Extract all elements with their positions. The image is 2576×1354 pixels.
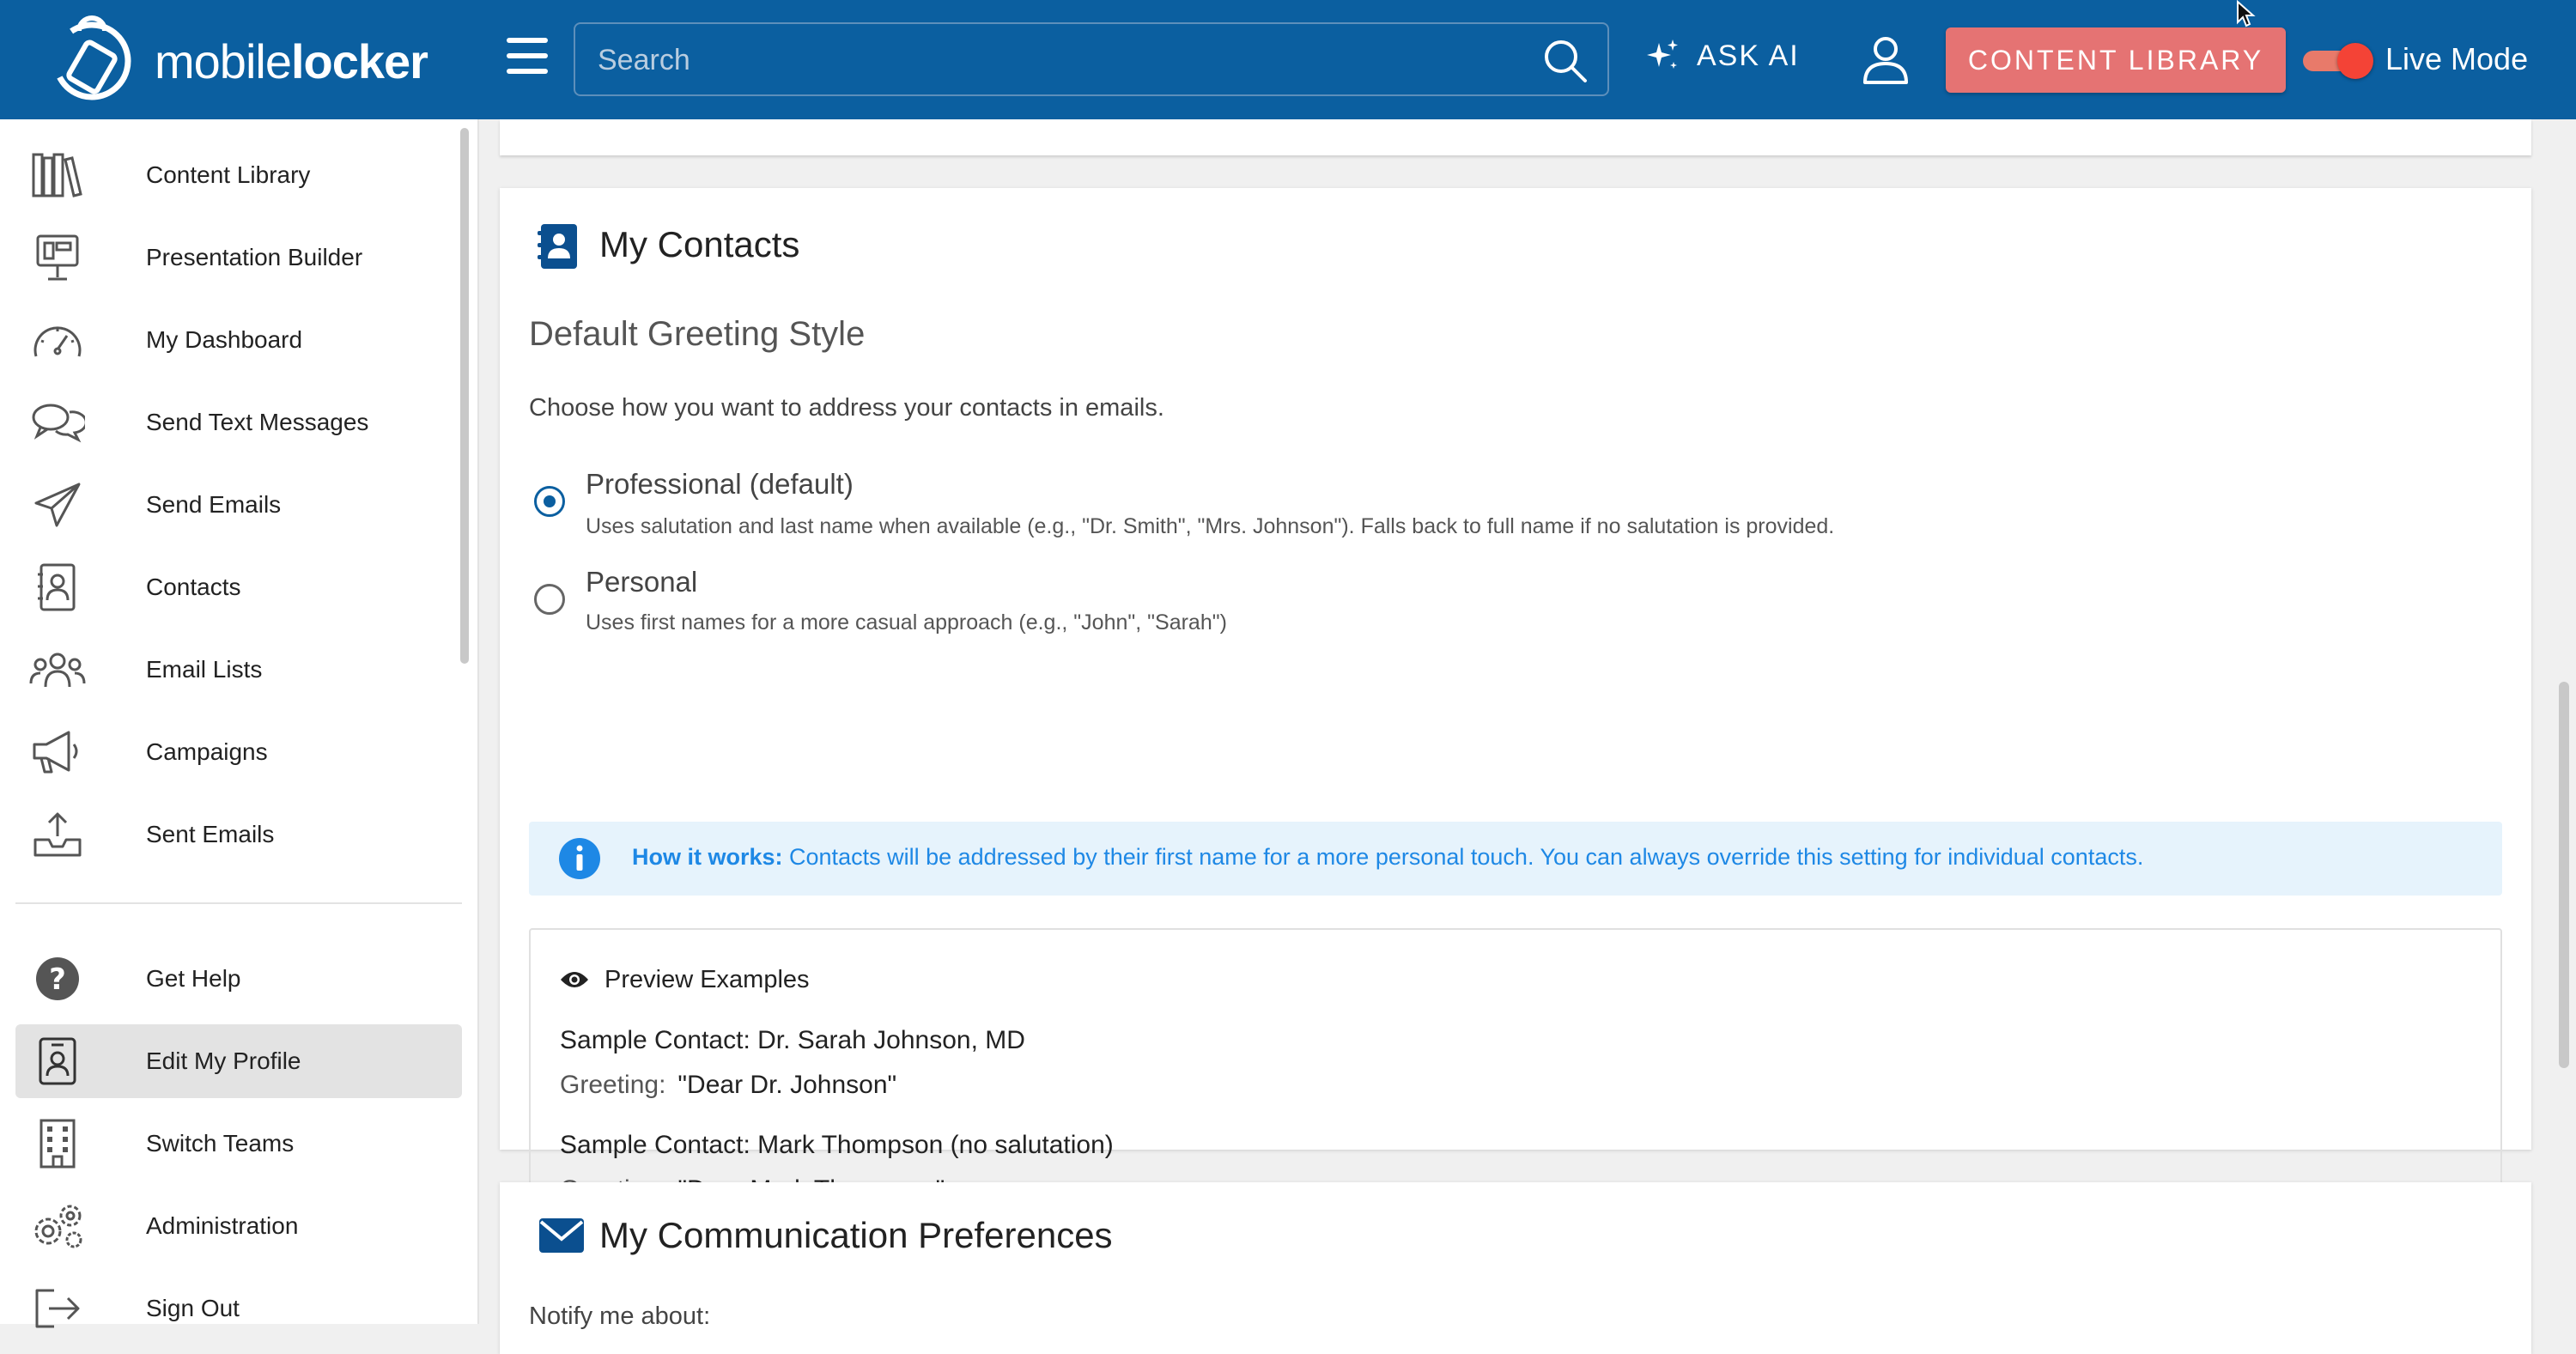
gauge-icon	[27, 310, 88, 370]
id-badge-icon	[27, 1031, 88, 1091]
option-description-personal: Uses first names for a more casual appro…	[586, 610, 1227, 634]
sidebar-item-my-dashboard[interactable]: My Dashboard	[15, 303, 462, 377]
communication-preferences-card: My Communication Preferences	[500, 1182, 2531, 1354]
sidebar-item-label: Edit My Profile	[146, 1047, 301, 1074]
gears-icon	[27, 1196, 88, 1256]
sidebar-item-label: Send Text Messages	[146, 409, 369, 435]
radio-professional[interactable]	[534, 486, 565, 517]
hamburger-line	[507, 38, 548, 43]
section-title: My Contacts	[599, 224, 800, 264]
sidebar-scrollbar[interactable]	[460, 128, 469, 664]
sidebar-item-label: Presentation Builder	[146, 244, 363, 270]
sidebar-item-label: Sign Out	[146, 1295, 240, 1321]
building-icon	[27, 1114, 88, 1174]
sidebar-item-label: Send Emails	[146, 491, 282, 518]
eye-icon	[561, 972, 588, 987]
section-title: My Communication Preferences	[599, 1215, 1113, 1255]
sidebar-divider	[15, 902, 462, 904]
sidebar-item-label: Sent Emails	[146, 821, 275, 847]
sparkle-icon	[1647, 39, 1678, 69]
chat-bubbles-icon	[27, 392, 88, 452]
option-description-professional: Uses salutation and last name when avail…	[586, 514, 1835, 538]
logo[interactable]: mobilelocker	[45, 14, 428, 108]
contact-card-icon	[27, 557, 88, 617]
sidebar-item-content-library[interactable]: Content Library	[15, 138, 462, 212]
content-library-button[interactable]: CONTENT LIBRARY	[1946, 27, 2286, 93]
sidebar-item-email-lists[interactable]: Email Lists	[15, 633, 462, 707]
live-mode-label: Live Mode	[2385, 41, 2529, 76]
search-input[interactable]	[596, 24, 1527, 96]
sidebar-item-edit-my-profile[interactable]: Edit My Profile	[15, 1024, 462, 1098]
sidebar-item-label: Campaigns	[146, 738, 268, 765]
radio-personal[interactable]	[534, 584, 565, 615]
ask-ai-button[interactable]: ASK AI	[1645, 38, 1800, 74]
sidebar-item-label: Content Library	[146, 161, 311, 188]
sidebar-item-label: Get Help	[146, 965, 241, 992]
search-icon[interactable]	[1542, 38, 1589, 84]
sidebar-item-label: Email Lists	[146, 656, 263, 683]
mouse-cursor-icon	[2237, 0, 2256, 27]
sidebar-item-label: Switch Teams	[146, 1130, 295, 1157]
sample-contact: Sample Contact: Dr. Sarah Johnson, MD	[560, 1026, 1025, 1054]
sidebar: Content Library Presentation Builder My …	[0, 119, 479, 1328]
logo-text: mobilelocker	[155, 33, 428, 88]
my-contacts-card: My Contacts Default Greeting Style Choos…	[500, 188, 2531, 1239]
menu-toggle-button[interactable]	[507, 38, 548, 81]
option-label-professional[interactable]: Professional (default)	[586, 468, 854, 501]
option-label-personal[interactable]: Personal	[586, 566, 697, 598]
hamburger-line	[507, 53, 548, 58]
sign-out-icon	[27, 1278, 88, 1339]
previous-card	[500, 119, 2531, 155]
svg-text:?: ?	[49, 962, 66, 997]
sidebar-item-send-emails[interactable]: Send Emails	[15, 468, 462, 542]
sidebar-item-label: Administration	[146, 1212, 299, 1239]
sidebar-item-campaigns[interactable]: Campaigns	[15, 715, 462, 789]
sidebar-item-label: My Dashboard	[146, 326, 303, 353]
sidebar-item-send-text-messages[interactable]: Send Text Messages	[15, 386, 462, 459]
greeting-style-heading: Default Greeting Style	[529, 315, 866, 353]
hamburger-line	[507, 69, 548, 74]
greeting-style-description: Choose how you want to address your cont…	[529, 394, 1164, 422]
sidebar-item-sent-emails[interactable]: Sent Emails	[15, 798, 462, 871]
people-group-icon	[27, 640, 88, 700]
megaphone-icon	[27, 722, 88, 782]
main-scrollbar[interactable]	[2559, 682, 2569, 1068]
notify-label: Notify me about:	[529, 1302, 711, 1330]
info-icon	[559, 838, 600, 879]
top-header: mobilelocker ASK AI CONTENT LIBRARY Live…	[0, 0, 2576, 119]
search-box	[574, 22, 1609, 96]
sample-greeting: Greeting: "Dear Dr. Johnson"	[560, 1071, 897, 1099]
ask-ai-label: ASK AI	[1697, 39, 1800, 72]
envelope-icon	[539, 1218, 584, 1253]
sidebar-item-get-help[interactable]: ? Get Help	[15, 942, 462, 1016]
sidebar-item-administration[interactable]: Administration	[15, 1189, 462, 1263]
sample-contact: Sample Contact: Mark Thompson (no saluta…	[560, 1131, 1114, 1159]
mobilelocker-logo-icon	[52, 15, 131, 100]
question-circle-icon: ?	[27, 949, 88, 1009]
sidebar-item-presentation-builder[interactable]: Presentation Builder	[15, 221, 462, 294]
sidebar-item-label: Contacts	[146, 574, 241, 600]
info-alert: How it works: Contacts will be addressed…	[529, 822, 2502, 896]
info-text: How it works: Contacts will be addressed…	[632, 844, 2144, 870]
user-icon[interactable]	[1862, 34, 1910, 86]
presentation-icon	[27, 228, 88, 288]
sidebar-item-switch-teams[interactable]: Switch Teams	[15, 1107, 462, 1181]
tray-upload-icon	[27, 805, 88, 865]
live-mode-toggle[interactable]	[2303, 43, 2375, 79]
books-icon	[27, 145, 88, 205]
preview-title: Preview Examples	[605, 966, 810, 993]
sidebar-item-sign-out[interactable]: Sign Out	[15, 1272, 462, 1345]
main-content: My Contacts Default Greeting Style Choos…	[477, 119, 2576, 1354]
address-book-icon	[538, 224, 577, 269]
paper-plane-icon	[27, 475, 88, 535]
sidebar-item-contacts[interactable]: Contacts	[15, 550, 462, 624]
toggle-thumb	[2337, 43, 2373, 79]
